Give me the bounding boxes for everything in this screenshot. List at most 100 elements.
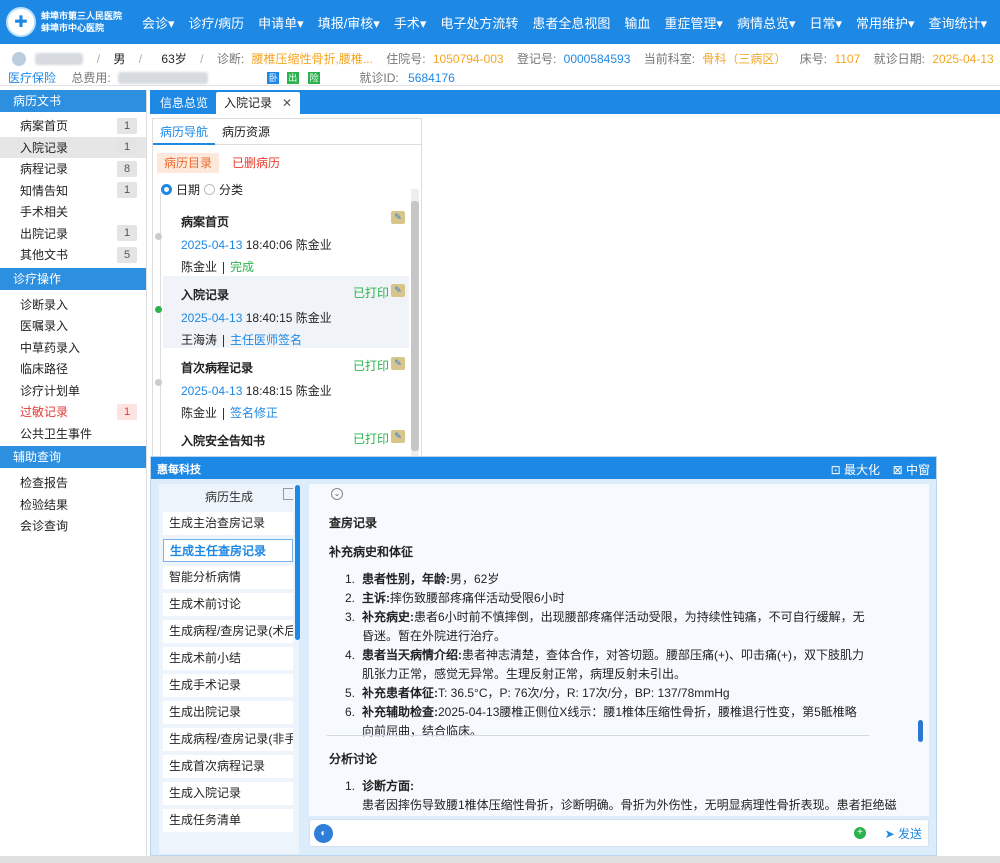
- menu-report[interactable]: 填报/审核▾: [311, 13, 387, 32]
- sidebar-item-admission[interactable]: 入院记录 1: [0, 136, 146, 158]
- inpatient-label: 住院号:: [386, 52, 426, 66]
- diag-value: 腰椎压缩性骨折,腰椎...: [251, 52, 373, 66]
- medium-window-button[interactable]: ⊠ 中窗: [893, 461, 930, 478]
- sidebar-item-allergy[interactable]: 过敏记录 1: [0, 401, 146, 423]
- horizontal-scrollbar[interactable]: [0, 856, 1000, 863]
- add-icon[interactable]: +: [854, 827, 866, 839]
- close-tab-icon[interactable]: ✕: [282, 96, 292, 110]
- dept-label: 当前科室:: [643, 52, 696, 66]
- record-item-safety-notice[interactable]: 入院安全告知书 已打印 ✎: [163, 422, 409, 459]
- record-timeline: 病案首页 ✎ 2025-04-13 18:40:06 陈金业 陈金业 完成 入院记…: [153, 193, 409, 459]
- sidebar-section-query[interactable]: 辅助查询: [0, 446, 146, 468]
- sidebar-item-consult-query[interactable]: 会诊查询: [0, 515, 146, 537]
- maximize-button[interactable]: ⊡ 最大化: [831, 461, 880, 478]
- badge-c-icon: 险: [308, 71, 321, 84]
- ai-avatar-icon: ◐: [314, 824, 333, 843]
- subtab-record-resources[interactable]: 病历资源: [215, 119, 277, 145]
- edit-record-icon[interactable]: ✎: [391, 430, 405, 443]
- menu-maintenance[interactable]: 常用维护▾: [849, 13, 922, 32]
- ai-item-task-list[interactable]: 生成任务清单: [163, 809, 293, 832]
- count-badge: 5: [117, 246, 137, 263]
- edit-record-icon[interactable]: ✎: [391, 211, 405, 224]
- sidebar-item-lab-result[interactable]: 检验结果: [0, 494, 146, 516]
- diag-label: 诊断:: [216, 52, 245, 66]
- ai-item-preop-summary[interactable]: 生成术前小结: [163, 647, 293, 670]
- sidebar-item-pathway[interactable]: 临床路径: [0, 358, 146, 380]
- ai-item-postop-progress[interactable]: 生成病程/查房记录(术后): [163, 620, 293, 643]
- ai-assistant-window: 惠每科技 ⊡ 最大化 ⊠ 中窗 病历生成 生成主治查房记录 生成主任查房记录 智…: [150, 456, 937, 856]
- ai-item-attending-rounds[interactable]: 生成主治查房记录: [163, 512, 293, 535]
- tab-admission-record[interactable]: 入院记录 ✕: [216, 92, 301, 114]
- nav-scrollbar[interactable]: [411, 189, 419, 457]
- send-button[interactable]: ➤ 发送: [885, 825, 922, 842]
- deleted-records-button[interactable]: 已删病历: [225, 153, 287, 173]
- menu-request[interactable]: 申请单▾: [251, 13, 311, 32]
- left-sidebar: 病历文书 病案首页 1 入院记录 1 病程记录 8 知情告知 1 手术相关 出院记录 1 …: [0, 90, 147, 863]
- sidebar-item-exam-report[interactable]: 检查报告: [0, 472, 146, 494]
- insurance-type: 医疗保险: [8, 71, 57, 85]
- menu-transfusion[interactable]: 输血: [617, 13, 657, 32]
- list-item: 5. 补充患者体征:T: 36.5°C，P: 76次/分，R: 17次/分，BP:…: [345, 686, 730, 700]
- ai-item-first-progress[interactable]: 生成首次病程记录: [163, 755, 293, 778]
- patient-gender: 男: [113, 52, 126, 66]
- main-menu: 会诊▾ 诊疗/病历 申请单▾ 填报/审核▾ 手术▾ 电子处方流转 患者全息视图 …: [135, 0, 994, 44]
- menu-consult[interactable]: 会诊▾: [135, 13, 182, 32]
- content-scrollbar[interactable]: [918, 720, 923, 742]
- sidebar-section-records[interactable]: 病历文书: [0, 90, 146, 112]
- content-heading-rounds: 查房记录: [329, 516, 378, 530]
- edit-record-icon[interactable]: ✎: [391, 284, 405, 297]
- send-icon: ➤: [884, 827, 895, 841]
- ai-item-admission-record[interactable]: 生成入院记录: [163, 782, 293, 805]
- menu-statistics[interactable]: 查询统计▾: [922, 13, 995, 32]
- sidebar-item-surgery[interactable]: 手术相关: [0, 201, 146, 223]
- ai-item-analyze[interactable]: 智能分析病情: [163, 566, 293, 589]
- dept-value: 骨科（三病区）: [702, 52, 787, 66]
- ai-list-scrollbar[interactable]: [295, 485, 300, 640]
- count-badge: 8: [117, 160, 137, 177]
- ai-function-list: 病历生成 生成主治查房记录 生成主任查房记录 智能分析病情 生成术前讨论 生成病…: [159, 484, 299, 854]
- menu-patient-view[interactable]: 患者全息视图: [525, 13, 617, 32]
- count-badge: 1: [117, 139, 137, 156]
- visit-date-label: 就诊日期:: [873, 52, 925, 66]
- visit-id-value: 5684176: [408, 70, 455, 85]
- sidebar-section-operations[interactable]: 诊疗操作: [0, 267, 146, 290]
- subtab-record-nav[interactable]: 病历导航: [153, 119, 216, 145]
- record-catalog-button[interactable]: 病历目录: [157, 153, 220, 173]
- ai-item-nonsurgical-progress[interactable]: 生成病程/查房记录(非手术): [163, 728, 293, 751]
- menu-eprescription[interactable]: 电子处方流转: [433, 13, 525, 32]
- menu-overview[interactable]: 病情总览▾: [730, 13, 803, 32]
- ai-list-title: 病历生成: [204, 490, 253, 504]
- count-badge: 1: [117, 182, 137, 199]
- sidebar-item-case-home[interactable]: 病案首页 1: [0, 115, 146, 137]
- content-heading-analysis: 分析讨论: [329, 752, 378, 766]
- exit-icon[interactable]: [283, 488, 293, 500]
- collapse-chevron-icon[interactable]: ⌄: [331, 488, 343, 500]
- sidebar-item-progress[interactable]: 病程记录 8: [0, 158, 146, 180]
- sidebar-item-herbal[interactable]: 中草药录入: [0, 337, 146, 359]
- top-menu-bar: ✚ 蚌埠市第三人民医院 蚌埠市中心医院 会诊▾ 诊疗/病历 申请单▾ 填报/审核…: [0, 0, 1000, 44]
- ai-item-discharge-record[interactable]: 生成出院记录: [163, 701, 293, 724]
- sidebar-item-consent[interactable]: 知情告知 1: [0, 180, 146, 202]
- menu-icu[interactable]: 重症管理▾: [657, 13, 730, 32]
- edit-record-icon[interactable]: ✎: [391, 357, 405, 370]
- sidebar-item-plan[interactable]: 诊疗计划单: [0, 380, 146, 402]
- record-item-admission[interactable]: 入院记录 已打印 ✎ 2025-04-13 18:40:15 陈金业 王海涛 主任…: [155, 276, 409, 348]
- sidebar-item-discharge[interactable]: 出院记录 1: [0, 223, 146, 245]
- record-item-case-home[interactable]: 病案首页 ✎ 2025-04-13 18:40:06 陈金业 陈金业 完成: [155, 203, 409, 275]
- sidebar-item-diag-entry[interactable]: 诊断录入: [0, 294, 146, 316]
- sidebar-item-other[interactable]: 其他文书 5: [0, 244, 146, 266]
- menu-daily[interactable]: 日常▾: [802, 13, 849, 32]
- ai-chat-input[interactable]: ◐ + ➤ 发送: [309, 819, 929, 847]
- tab-overview[interactable]: 信息总览: [152, 92, 216, 114]
- ai-item-surgery-record[interactable]: 生成手术记录: [163, 674, 293, 697]
- menu-diagnosis[interactable]: 诊疗/病历: [182, 13, 252, 32]
- sidebar-item-public-health[interactable]: 公共卫生事件: [0, 423, 146, 445]
- nav-scroll-thumb[interactable]: [411, 201, 419, 451]
- menu-surgery[interactable]: 手术▾: [387, 13, 434, 32]
- ai-item-chief-rounds[interactable]: 生成主任查房记录: [163, 539, 293, 562]
- count-badge: 1: [117, 225, 137, 242]
- document-tabs: 信息总览 入院记录 ✕: [150, 90, 1000, 114]
- sidebar-item-orders[interactable]: 医嘱录入: [0, 315, 146, 337]
- ai-item-preop-discussion[interactable]: 生成术前讨论: [163, 593, 293, 616]
- record-item-first-progress[interactable]: 首次病程记录 已打印 ✎ 2025-04-13 18:48:15 陈金业 陈金业…: [155, 349, 409, 421]
